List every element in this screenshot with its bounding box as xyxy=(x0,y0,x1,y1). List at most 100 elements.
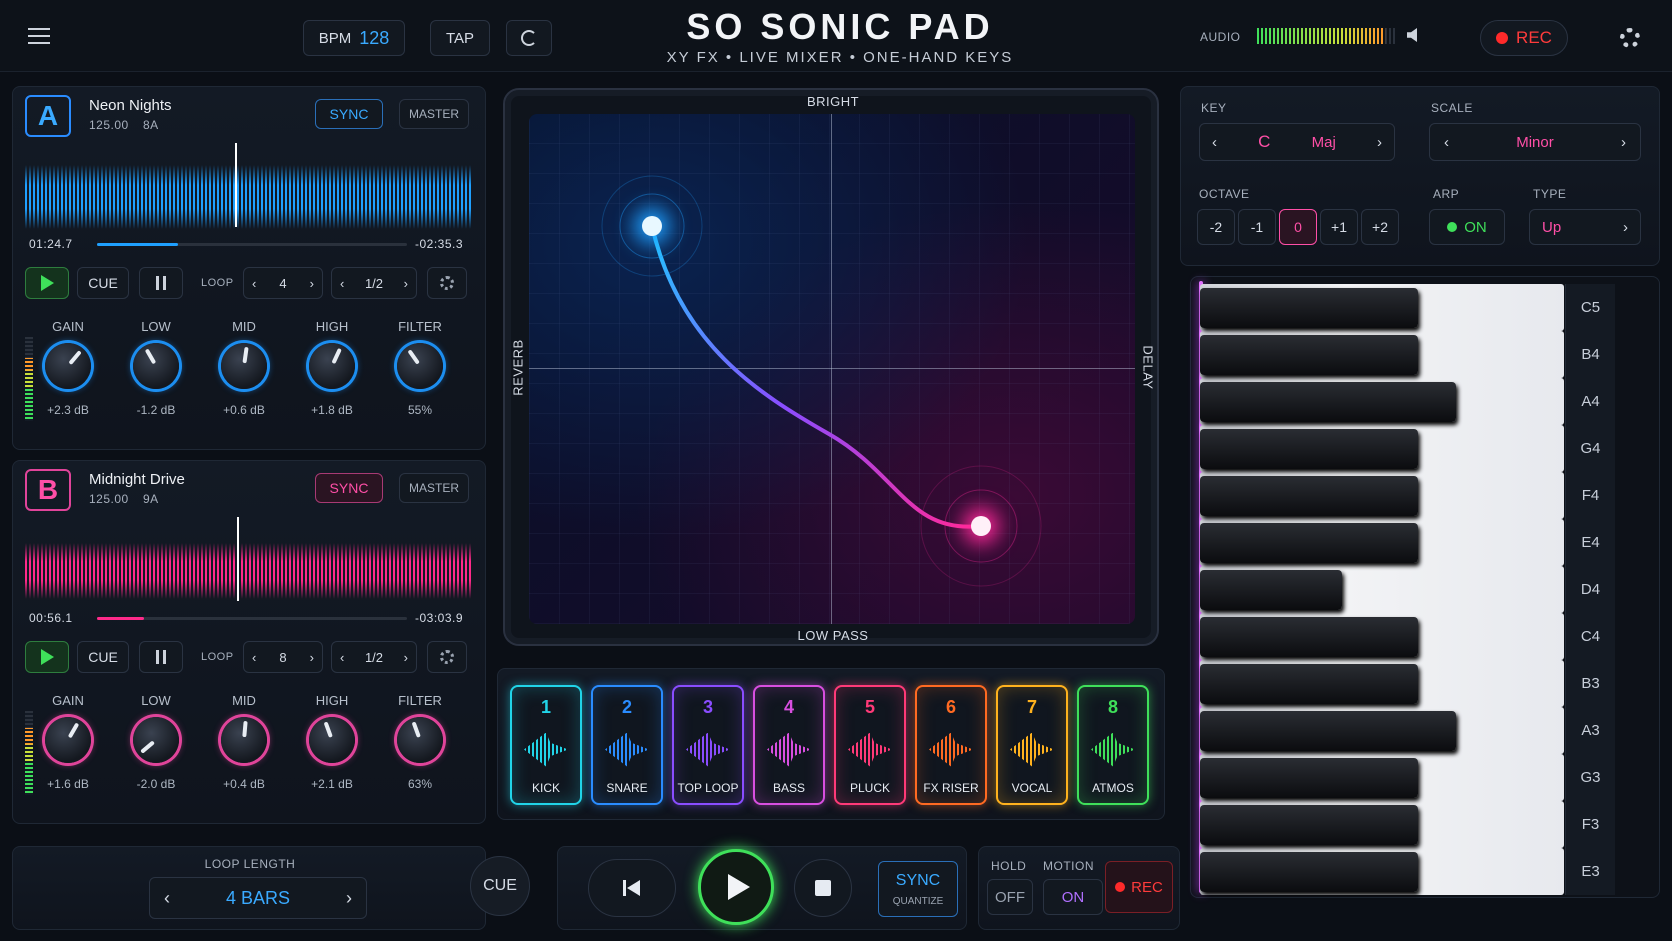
pad-name: ATMOS xyxy=(1092,781,1134,795)
chevron-right-icon[interactable]: › xyxy=(404,650,408,665)
pad-vocal[interactable]: 7 VOCAL xyxy=(996,685,1068,805)
piano-black-key[interactable] xyxy=(1200,429,1418,469)
octave--2[interactable]: -2 xyxy=(1197,209,1235,245)
chevron-left-icon[interactable]: ‹ xyxy=(164,888,170,909)
deck-b-division-stepper[interactable]: ‹ 1/2 › xyxy=(331,641,417,673)
deck-b-playhead[interactable] xyxy=(237,517,239,601)
deck-a-pause-button[interactable] xyxy=(139,267,183,299)
chevron-left-icon[interactable]: ‹ xyxy=(340,276,344,291)
chevron-left-icon[interactable]: ‹ xyxy=(252,650,256,665)
knob-filter[interactable] xyxy=(397,717,443,763)
knob-value: 55% xyxy=(407,403,433,417)
chevron-right-icon[interactable]: › xyxy=(346,888,352,909)
piano-black-key[interactable] xyxy=(1200,852,1418,892)
chevron-right-icon[interactable]: › xyxy=(310,276,314,291)
rec-button[interactable]: REC xyxy=(1480,20,1568,56)
deck-a-division-stepper[interactable]: ‹ 1/2 › xyxy=(331,267,417,299)
chevron-left-icon[interactable]: ‹ xyxy=(1444,134,1449,151)
knob-filter[interactable] xyxy=(397,343,443,389)
key-selector[interactable]: ‹ C Maj › xyxy=(1199,123,1395,161)
deck-a-sync-button[interactable]: SYNC xyxy=(315,99,383,129)
deck-b-sync-button[interactable]: SYNC xyxy=(315,473,383,503)
knob-mid[interactable] xyxy=(221,717,267,763)
gear-icon[interactable] xyxy=(1620,28,1640,48)
knob-gain[interactable] xyxy=(45,343,91,389)
piano-black-key[interactable] xyxy=(1200,664,1418,704)
speaker-icon[interactable] xyxy=(1407,28,1417,42)
pad-snare[interactable]: 2 SNARE xyxy=(591,685,663,805)
deck-b-play-button[interactable] xyxy=(25,641,69,673)
main-cue-button[interactable]: CUE xyxy=(470,856,530,916)
pad-pluck[interactable]: 5 PLUCK xyxy=(834,685,906,805)
knob-high[interactable] xyxy=(309,343,355,389)
deck-a-master-button[interactable]: MASTER xyxy=(399,99,469,129)
pad-atmos[interactable]: 8 ATMOS xyxy=(1077,685,1149,805)
piano-black-key[interactable] xyxy=(1200,805,1418,845)
deck-b-cue-button[interactable]: CUE xyxy=(77,641,129,673)
deck-b-waveform[interactable] xyxy=(25,531,471,611)
deck-a-playhead[interactable] xyxy=(235,143,237,227)
pad-fx-riser[interactable]: 6 FX RISER xyxy=(915,685,987,805)
piano-black-key[interactable] xyxy=(1200,382,1456,422)
chevron-right-icon[interactable]: › xyxy=(1621,134,1626,151)
piano-black-key[interactable] xyxy=(1200,476,1418,516)
octave-0[interactable]: 0 xyxy=(1279,209,1317,245)
octave-+2[interactable]: +2 xyxy=(1361,209,1399,245)
deck-a-settings-button[interactable] xyxy=(427,267,467,299)
tap-button[interactable]: TAP xyxy=(430,20,490,56)
chevron-left-icon[interactable]: ‹ xyxy=(340,650,344,665)
audio-label: AUDIO xyxy=(1200,30,1241,44)
scale-selector[interactable]: ‹ Minor › xyxy=(1429,123,1641,161)
main-play-button[interactable] xyxy=(698,849,774,925)
arp-toggle[interactable]: ON xyxy=(1429,209,1505,245)
piano-black-key[interactable] xyxy=(1200,758,1418,798)
knob-low[interactable] xyxy=(133,343,179,389)
pad-bass[interactable]: 4 BASS xyxy=(753,685,825,805)
piano-black-key[interactable] xyxy=(1200,288,1418,328)
xy-cursor-start[interactable] xyxy=(642,216,662,236)
knob-high[interactable] xyxy=(309,717,355,763)
chevron-right-icon[interactable]: › xyxy=(310,650,314,665)
bottom-rec-button[interactable]: REC xyxy=(1105,861,1173,913)
deck-a-play-button[interactable] xyxy=(25,267,69,299)
hamburger-icon[interactable] xyxy=(28,28,50,44)
piano-black-key[interactable] xyxy=(1200,335,1418,375)
piano-black-key[interactable] xyxy=(1200,523,1418,563)
chevron-right-icon[interactable]: › xyxy=(1623,219,1628,236)
chevron-left-icon[interactable]: ‹ xyxy=(252,276,256,291)
sync-refresh-button[interactable] xyxy=(506,20,552,56)
loop-length-selector[interactable]: ‹ 4 BARS › xyxy=(149,877,367,919)
type-selector[interactable]: Up › xyxy=(1529,209,1641,245)
motion-toggle[interactable]: ON xyxy=(1043,879,1103,915)
deck-a-cue-button[interactable]: CUE xyxy=(77,267,129,299)
xy-pad[interactable] xyxy=(529,114,1135,624)
previous-button[interactable] xyxy=(588,859,676,917)
deck-b-pause-button[interactable] xyxy=(139,641,183,673)
knob-pointer xyxy=(407,349,420,365)
piano-black-key[interactable] xyxy=(1200,711,1456,751)
piano-black-key[interactable] xyxy=(1200,570,1342,610)
knob-mid[interactable] xyxy=(221,343,267,389)
deck-b-master-button[interactable]: MASTER xyxy=(399,473,469,503)
pad-top-loop[interactable]: 3 TOP LOOP xyxy=(672,685,744,805)
knob-gain[interactable] xyxy=(45,717,91,763)
pad-kick[interactable]: 1 KICK xyxy=(510,685,582,805)
deck-a-progress-track[interactable] xyxy=(97,243,407,246)
octave-+1[interactable]: +1 xyxy=(1320,209,1358,245)
chevron-right-icon[interactable]: › xyxy=(404,276,408,291)
hold-toggle[interactable]: OFF xyxy=(987,879,1033,915)
stop-button[interactable] xyxy=(794,859,852,917)
chevron-right-icon[interactable]: › xyxy=(1377,134,1382,151)
deck-a-waveform[interactable] xyxy=(25,157,471,237)
piano-black-key[interactable] xyxy=(1200,617,1418,657)
octave--1[interactable]: -1 xyxy=(1238,209,1276,245)
xy-cursor-end[interactable] xyxy=(971,516,991,536)
deck-b-progress-track[interactable] xyxy=(97,617,407,620)
quantize-sync-button[interactable]: SYNC QUANTIZE xyxy=(878,861,958,917)
deck-b-settings-button[interactable] xyxy=(427,641,467,673)
deck-a-loop-stepper[interactable]: ‹ 4 › xyxy=(243,267,323,299)
knob-low[interactable] xyxy=(133,717,179,763)
deck-b-loop-stepper[interactable]: ‹ 8 › xyxy=(243,641,323,673)
chevron-left-icon[interactable]: ‹ xyxy=(1212,134,1217,151)
bpm-display[interactable]: BPM 128 xyxy=(303,20,405,56)
